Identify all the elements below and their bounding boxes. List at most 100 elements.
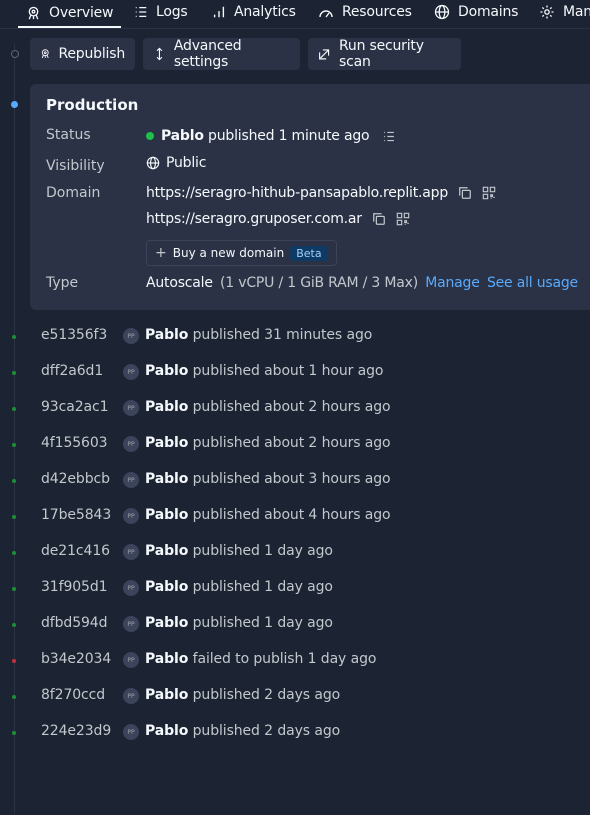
history-row[interactable]: e51356f3 PP Pablo published 31 minutes ago [0, 324, 590, 348]
status-dot [12, 587, 16, 591]
commit-hash[interactable]: dfbd594d [41, 615, 108, 631]
avatar: PP [123, 508, 139, 524]
history-message: Pablo published 31 minutes ago [145, 327, 373, 343]
avatar: PP [123, 616, 139, 632]
history-message: Pablo published 2 days ago [145, 687, 341, 703]
status-dot [12, 731, 16, 735]
avatar: PP [123, 580, 139, 596]
status-dot [12, 623, 16, 627]
history-row[interactable]: d42ebbcb PP Pablo published about 3 hours … [0, 468, 590, 492]
type-label: Type [46, 275, 79, 291]
commit-hash[interactable]: d42ebbcb [41, 471, 110, 487]
history-row[interactable]: dff2a6d1 PP Pablo published about 1 hour a… [0, 360, 590, 384]
avatar: PP [123, 400, 139, 416]
expand-vertical-icon [156, 47, 163, 61]
rocket-icon [41, 49, 49, 59]
status-dot [12, 479, 16, 483]
history-message: Pablo published about 2 hours ago [145, 399, 391, 415]
commit-hash[interactable]: 93ca2ac1 [41, 399, 108, 415]
copy-icon[interactable] [458, 186, 472, 200]
run-security-scan-button[interactable]: Run security scan [308, 38, 461, 70]
history-message: Pablo published 1 day ago [145, 615, 333, 631]
history-row[interactable]: de21c416 PP Pablo published 1 day ago [0, 540, 590, 564]
plus-icon: + [155, 245, 167, 261]
history-row[interactable]: 8f270ccd PP Pablo published 2 days ago [0, 684, 590, 708]
tab-analytics[interactable]: Analytics [212, 0, 296, 24]
avatar: PP [123, 544, 139, 560]
manage-link[interactable]: Manage [425, 275, 480, 291]
history-message: Pablo published about 4 hours ago [145, 507, 391, 523]
history-message: Pablo published about 3 hours ago [145, 471, 391, 487]
status-dot [12, 335, 16, 339]
avatar: PP [123, 436, 139, 452]
history-row[interactable]: 4f155603 PP Pablo published about 2 hours … [0, 432, 590, 456]
history-message: Pablo published about 1 hour ago [145, 363, 384, 379]
status-dot [12, 443, 16, 447]
history-row[interactable]: 224e23d9 PP Pablo published 2 days ago [0, 720, 590, 744]
status-online-dot [146, 132, 154, 140]
status-dot [12, 551, 16, 555]
tab-manage[interactable]: Man [539, 0, 590, 24]
history-row[interactable]: b34e2034 PP Pablo failed to publish 1 day … [0, 648, 590, 672]
history-row[interactable]: 93ca2ac1 PP Pablo published about 2 hours … [0, 396, 590, 420]
history-message: Pablo published 1 day ago [145, 543, 333, 559]
commit-hash[interactable]: b34e2034 [41, 651, 111, 667]
timeline-dot-pending [11, 50, 19, 58]
list-icon[interactable] [382, 130, 396, 143]
production-card: Production Status Pablo published 1 minu… [30, 84, 590, 310]
history-message: Pablo published 1 day ago [145, 579, 333, 595]
advanced-settings-button[interactable]: Advanced settings [143, 38, 300, 70]
production-title: Production [46, 96, 139, 114]
globe-icon [146, 156, 160, 170]
list-icon [135, 7, 147, 17]
gauge-icon [319, 10, 333, 18]
commit-hash[interactable]: 17be5843 [41, 507, 111, 523]
avatar: PP [123, 652, 139, 668]
history-row[interactable]: dfbd594d PP Pablo published 1 day ago [0, 612, 590, 636]
buy-domain-button[interactable]: + Buy a new domain Beta [146, 240, 337, 266]
bar-chart-icon [213, 6, 225, 18]
domain-row: https://seragro.gruposer.com.ar [146, 211, 410, 227]
commit-hash[interactable]: e51356f3 [41, 327, 107, 343]
status-dot [12, 371, 16, 375]
tab-domains[interactable]: Domains [434, 0, 518, 24]
status-dot [12, 515, 16, 519]
domain-link[interactable]: https://seragro.gruposer.com.ar [146, 211, 362, 227]
type-value: Autoscale (1 vCPU / 1 GiB RAM / 3 Max) M… [146, 275, 578, 291]
history-message: Pablo published about 2 hours ago [145, 435, 391, 451]
status-dot [12, 695, 16, 699]
visibility-value: Public [146, 155, 206, 171]
timeline-dot-production [11, 101, 18, 108]
domain-link[interactable]: https://seragro-hithub-pansapablo.replit… [146, 185, 448, 201]
avatar: PP [123, 724, 139, 740]
rocket-icon [28, 6, 39, 19]
tab-resources[interactable]: Resources [318, 0, 412, 24]
tab-overview[interactable]: Overview [18, 0, 122, 28]
status-dot [12, 407, 16, 411]
commit-hash[interactable]: 8f270ccd [41, 687, 105, 703]
copy-icon[interactable] [372, 212, 386, 226]
visibility-label: Visibility [46, 158, 105, 174]
status-dot [12, 659, 16, 663]
avatar: PP [123, 328, 139, 344]
tab-logs[interactable]: Logs [134, 0, 188, 24]
commit-hash[interactable]: dff2a6d1 [41, 363, 103, 379]
commit-hash[interactable]: 4f155603 [41, 435, 108, 451]
see-all-usage-link[interactable]: See all usage [487, 275, 578, 291]
commit-hash[interactable]: de21c416 [41, 543, 110, 559]
avatar: PP [123, 364, 139, 380]
scan-arrow-icon [319, 49, 330, 60]
status-value: Pablo published 1 minute ago [146, 128, 396, 144]
commit-hash[interactable]: 31f905d1 [41, 579, 108, 595]
gear-icon [540, 5, 554, 19]
commit-hash[interactable]: 224e23d9 [41, 723, 111, 739]
republish-button[interactable]: Republish [30, 38, 135, 70]
history-row[interactable]: 31f905d1 PP Pablo published 1 day ago [0, 576, 590, 600]
qr-code-icon[interactable] [396, 212, 410, 226]
qr-code-icon[interactable] [482, 186, 496, 200]
beta-badge: Beta [290, 245, 328, 261]
status-label: Status [46, 127, 91, 143]
history-message: Pablo published 2 days ago [145, 723, 341, 739]
history-row[interactable]: 17be5843 PP Pablo published about 4 hours … [0, 504, 590, 528]
history-message: Pablo failed to publish 1 day ago [145, 651, 377, 667]
